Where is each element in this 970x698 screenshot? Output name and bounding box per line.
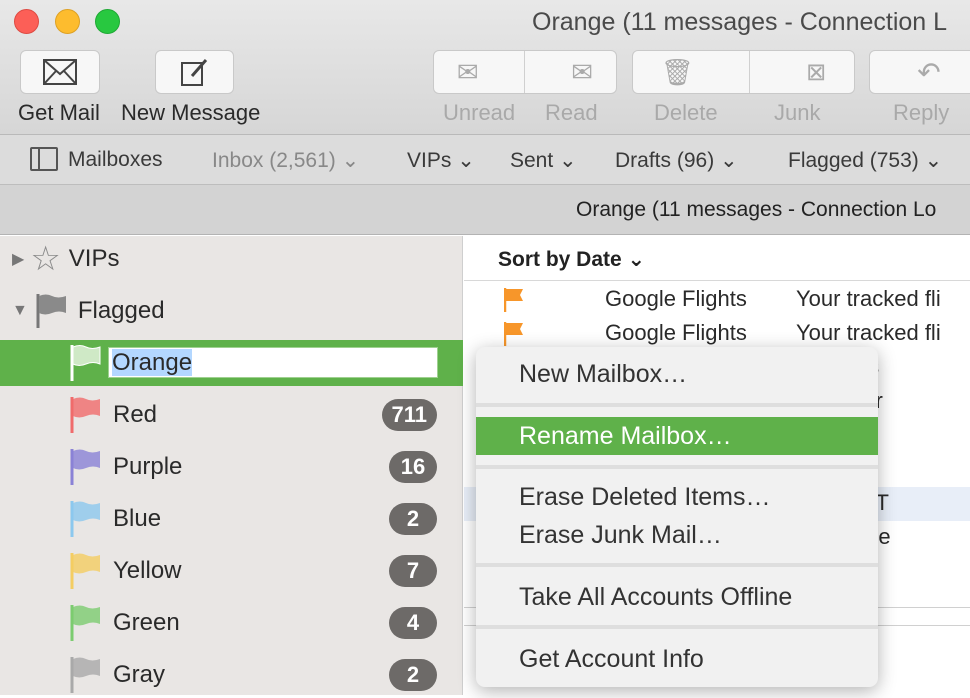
sort-label: Sort by Date xyxy=(498,248,622,271)
flag-icon xyxy=(70,553,100,589)
reply-label: Reply xyxy=(893,100,950,125)
sidebar-label: Red xyxy=(113,401,158,428)
menu-item-erase-junk[interactable]: Erase Junk Mail… xyxy=(476,516,878,554)
junk-icon[interactable]: ⊠ xyxy=(806,58,826,87)
fav-inbox[interactable]: Inbox (2,561) ⌄ xyxy=(212,148,359,173)
sidebar-item-orange[interactable]: Orange xyxy=(0,340,463,386)
fav-flagged[interactable]: Flagged (753) ⌄ xyxy=(788,148,942,173)
unread-label: Unread xyxy=(443,100,516,125)
toolbar: Orange (11 messages - Connection L Get M… xyxy=(0,0,970,135)
message-subject: Your tracked fli xyxy=(796,286,941,311)
list-title: Orange (11 messages - Connection Lo xyxy=(576,198,937,221)
fav-inbox-label: Inbox (2,561) xyxy=(212,149,336,172)
flag-icon xyxy=(70,397,100,433)
unread-count-badge: 711 xyxy=(381,399,437,431)
menu-item-get-account-info[interactable]: Get Account Info xyxy=(476,640,878,678)
sidebar-label: Flagged xyxy=(77,297,165,324)
menu-item-rename-mailbox[interactable]: Rename Mailbox… xyxy=(476,417,878,455)
message-sender: Google Flights xyxy=(605,320,747,345)
unread-count-badge: 2 xyxy=(389,659,437,691)
delete-label: Delete xyxy=(654,100,718,125)
sidebar-item-purple[interactable]: Purple 16 xyxy=(0,444,463,490)
fav-sent-label: Sent xyxy=(510,149,554,172)
menu-item-erase-deleted[interactable]: Erase Deleted Items… xyxy=(476,478,878,516)
flag-icon xyxy=(70,501,100,537)
sidebar-label: VIPs xyxy=(68,245,120,272)
window-title: Orange (11 messages - Connection L xyxy=(532,8,948,36)
sidebar-item-flagged[interactable]: ▼ Flagged xyxy=(0,288,463,334)
flag-icon xyxy=(70,605,100,641)
message-row[interactable]: Google Flights Your tracked fli xyxy=(464,317,970,351)
sidebar-item-green[interactable]: Green 4 xyxy=(0,600,463,646)
rename-input-selection: Orange xyxy=(112,349,193,376)
rename-input[interactable]: Orange xyxy=(108,347,438,378)
flag-icon xyxy=(70,345,101,381)
flag-icon xyxy=(36,294,66,328)
orange-flag-icon xyxy=(504,288,523,312)
sidebar-item-yellow[interactable]: Yellow 7 xyxy=(0,548,463,594)
sidebar-label: Gray xyxy=(113,661,166,688)
flag-icon xyxy=(70,657,100,693)
compose-icon xyxy=(180,59,207,86)
unread-count-badge: 16 xyxy=(389,451,437,483)
sidebar-item-vips[interactable]: ▶ ☆ VIPs xyxy=(0,236,463,282)
menu-item-take-offline[interactable]: Take All Accounts Offline xyxy=(476,578,878,616)
context-menu: New Mailbox… Rename Mailbox… Erase Delet… xyxy=(476,347,878,687)
unread-count-badge: 2 xyxy=(389,503,437,535)
get-mail-button[interactable] xyxy=(20,50,100,94)
fav-drafts[interactable]: Drafts (96) ⌄ xyxy=(615,148,738,173)
reply-button[interactable]: ↶ xyxy=(869,50,970,94)
sidebar-item-gray[interactable]: Gray 2 xyxy=(0,652,463,698)
delete-junk-group: 🗑 ⊠ xyxy=(632,50,855,94)
fav-sent[interactable]: Sent ⌄ xyxy=(510,148,577,173)
unread-icon[interactable]: ✉ xyxy=(457,57,479,88)
mailboxes-button[interactable]: Mailboxes xyxy=(68,148,163,172)
envelope-icon xyxy=(43,59,77,85)
sidebar-toggle-icon[interactable] xyxy=(30,147,58,171)
menu-item-new-mailbox[interactable]: New Mailbox… xyxy=(476,355,878,393)
read-icon[interactable]: ✉ xyxy=(571,57,593,88)
trash-icon[interactable]: 🗑 xyxy=(661,57,694,88)
sidebar-label: Yellow xyxy=(113,557,182,584)
sidebar-item-red[interactable]: Red 711 xyxy=(0,392,463,438)
sidebar-item-blue[interactable]: Blue 2 xyxy=(0,496,463,542)
message-row[interactable]: Google Flights Your tracked fli xyxy=(464,283,970,317)
reply-icon: ↶ xyxy=(917,56,941,88)
fav-drafts-label: Drafts (96) xyxy=(615,149,715,172)
fav-vips-label: VIPs xyxy=(407,149,452,172)
flag-icon xyxy=(70,449,100,485)
unread-count-badge: 4 xyxy=(389,607,437,639)
message-subject: Your tracked fli xyxy=(796,320,941,345)
get-mail-label: Get Mail xyxy=(18,100,100,125)
unread-count-badge: 7 xyxy=(389,555,437,587)
fav-flagged-label: Flagged (753) xyxy=(788,149,919,172)
zoom-button[interactable] xyxy=(95,9,120,34)
minimize-button[interactable] xyxy=(55,9,80,34)
disclosure-right-icon[interactable]: ▶ xyxy=(12,249,24,269)
sidebar-label: Blue xyxy=(113,505,162,532)
new-message-button[interactable] xyxy=(155,50,234,94)
sidebar-label: Green xyxy=(113,609,180,636)
fav-vips[interactable]: VIPs ⌄ xyxy=(407,148,475,173)
disclosure-down-icon[interactable]: ▼ xyxy=(12,302,28,320)
close-button[interactable] xyxy=(14,9,39,34)
orange-flag-icon xyxy=(504,322,523,346)
junk-label: Junk xyxy=(774,100,821,125)
sort-by-date-button[interactable]: Sort by Date ⌄ xyxy=(498,247,645,272)
sidebar-label: Purple xyxy=(113,453,183,480)
star-icon: ☆ xyxy=(30,240,61,278)
unread-read-group: ✉ ✉ xyxy=(433,50,617,94)
message-sender: Google Flights xyxy=(605,286,747,311)
new-message-label: New Message xyxy=(121,100,261,125)
read-label: Read xyxy=(545,100,598,125)
